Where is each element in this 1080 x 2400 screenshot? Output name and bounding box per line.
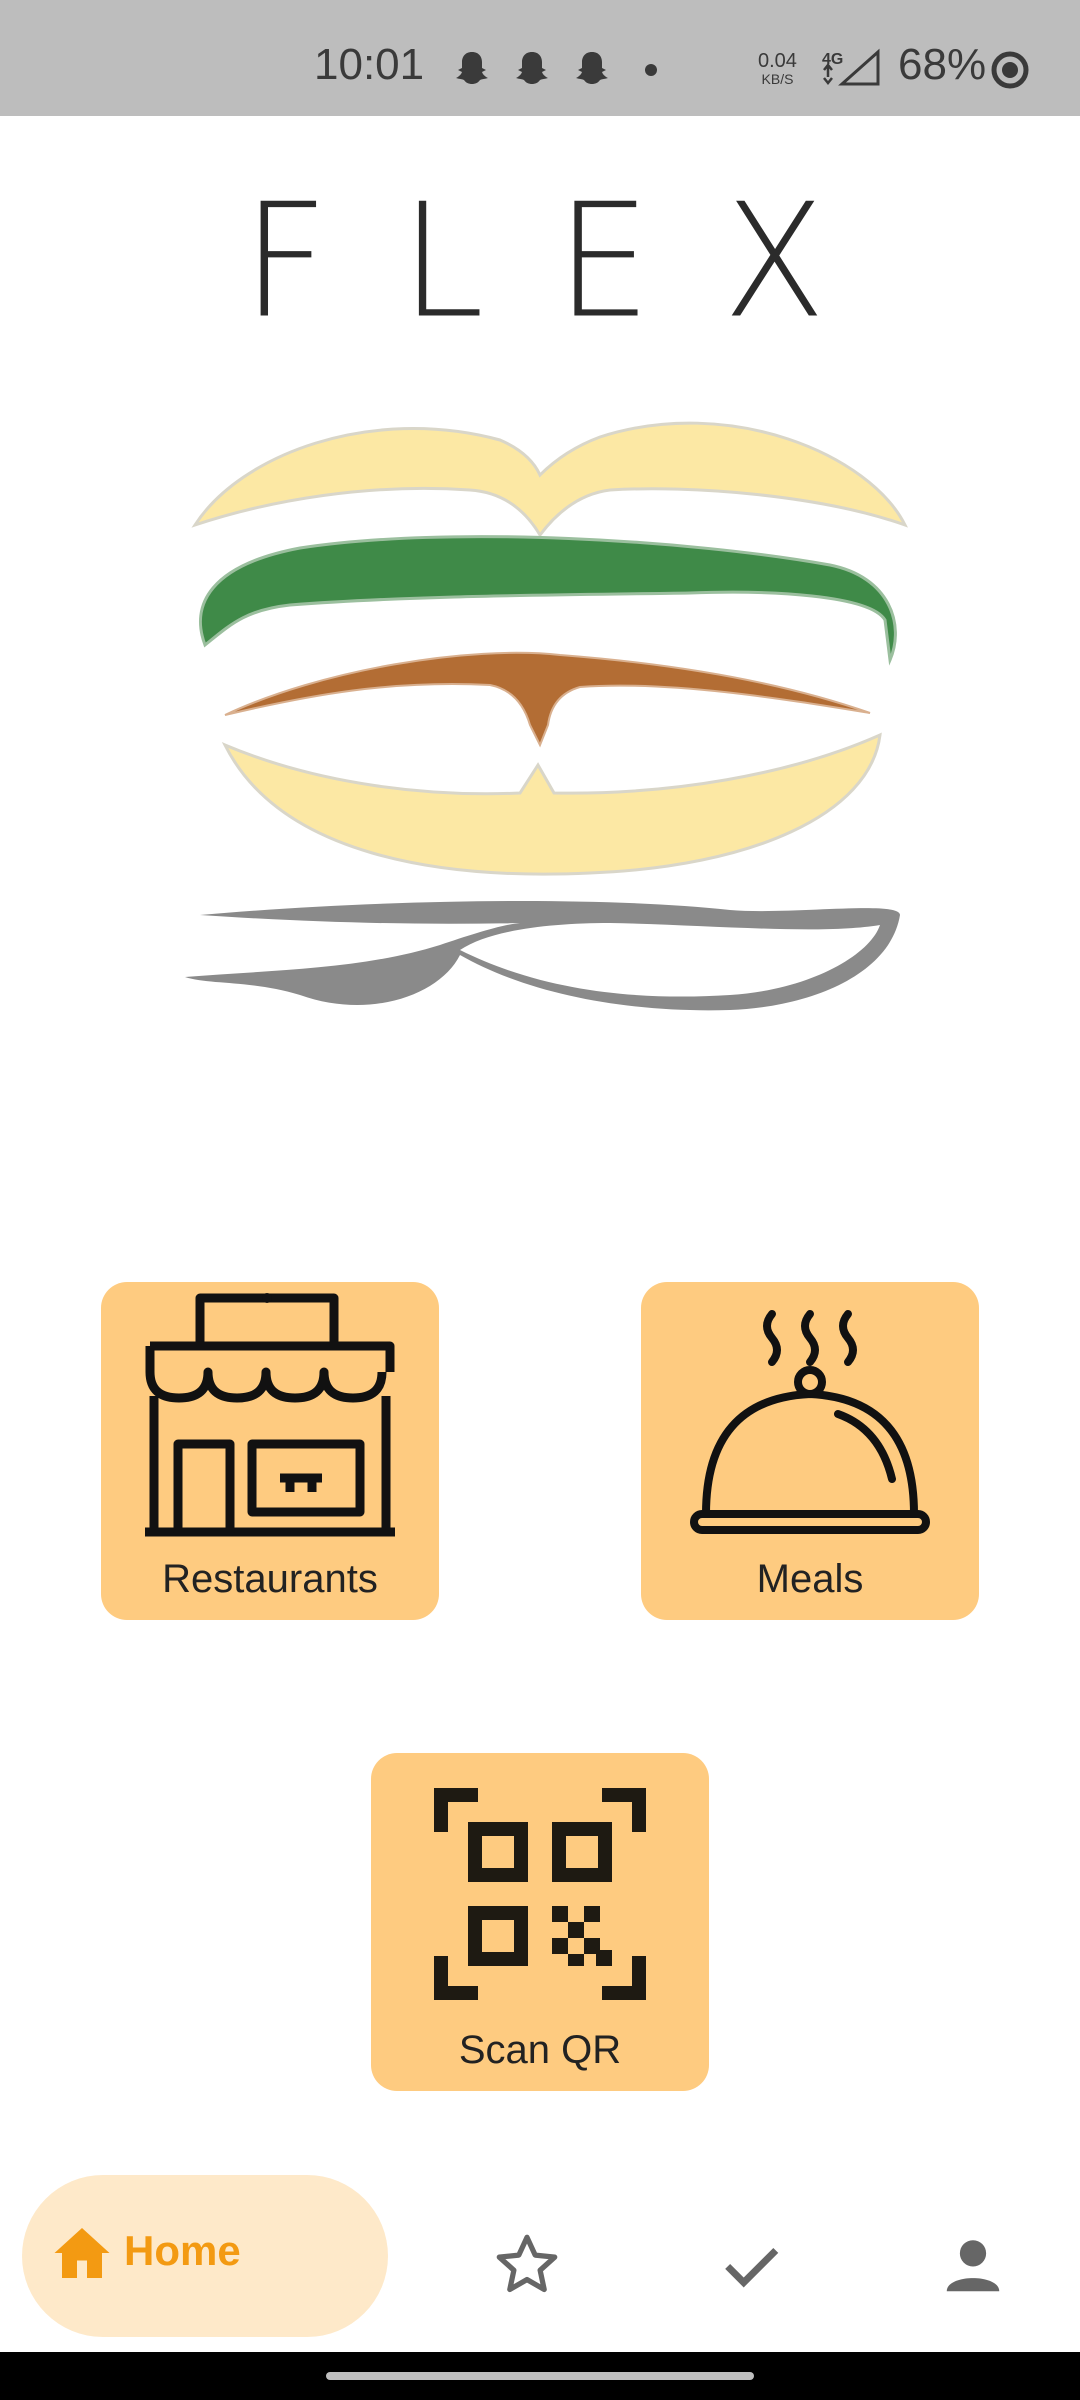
snapchat-notification-icon [456,52,488,84]
home-gesture-handle[interactable] [326,2372,754,2380]
signal-4g-icon: 4G [822,48,880,86]
network-speed-unit: KB/S [761,71,794,87]
scan-qr-label: Scan QR [458,2028,622,2072]
status-bar: 10:01 0.04 KB/S 4G 68% [0,0,1080,116]
snapchat-notification-icon [516,52,548,84]
burger-logo [185,421,909,1011]
home-icon [54,2228,110,2278]
food-cloche-icon [690,1310,930,1534]
scan-qr-button[interactable]: Scan QR [371,1753,709,2091]
qr-scanner-icon [434,1788,646,2000]
storefront-icon [145,1293,395,1537]
status-time: 10:01 [314,40,425,89]
more-notifications-dot [645,64,657,76]
meals-label: Meals [756,1557,864,1601]
nav-home-tab[interactable]: Home [22,2175,388,2337]
meals-button[interactable]: Meals [641,1282,979,1620]
nav-home-label: Home [124,2227,241,2274]
restaurants-button[interactable]: Restaurants [101,1282,439,1620]
favorites-star-icon[interactable] [492,2230,562,2300]
battery-icon [991,51,1029,89]
battery-percent: 68% [898,40,987,89]
network-speed-value: 0.04 [758,50,797,72]
bottom-navigation: Home [0,2160,1080,2352]
restaurants-label: Restaurants [162,1557,378,1601]
brand-title: FLEX [242,170,898,354]
network-speed: 0.04 KB/S [758,50,797,88]
orders-check-icon[interactable] [716,2230,786,2300]
network-type-label: 4G [822,51,843,68]
profile-person-icon[interactable] [938,2230,1008,2300]
snapchat-notification-icon [576,52,608,84]
